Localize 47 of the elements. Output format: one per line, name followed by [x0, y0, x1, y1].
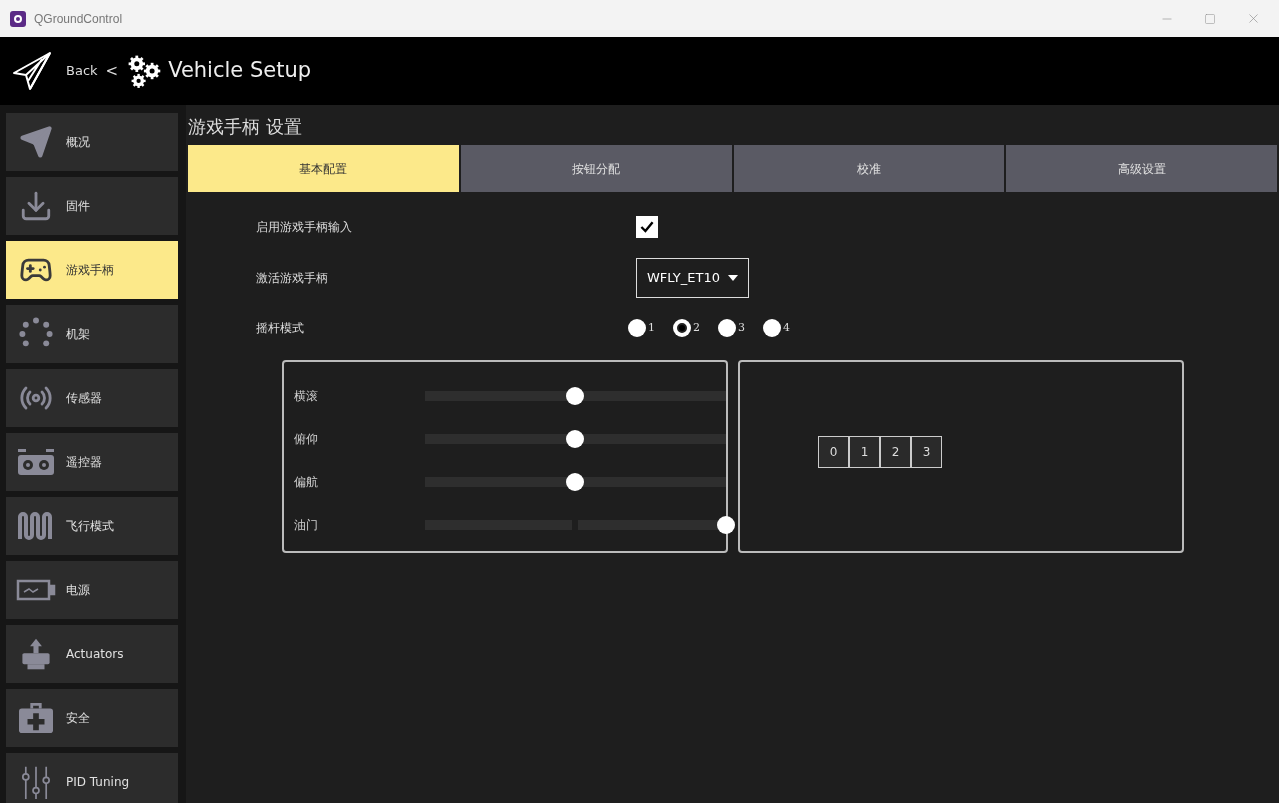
joystick-dropdown[interactable]: WFLY_ET10 — [636, 258, 749, 298]
radio-button[interactable] — [718, 319, 736, 337]
button-indicator: 1 — [849, 436, 880, 468]
page-title: Vehicle Setup — [168, 57, 312, 85]
sidebar-item[interactable]: 电源 — [6, 561, 178, 619]
checkbox[interactable] — [636, 216, 658, 238]
axis-label: 横滚 — [294, 387, 319, 405]
sidebar-item[interactable]: 安全 — [6, 689, 178, 747]
sidebar-item[interactable]: 传感器 — [6, 369, 178, 427]
radio-label: 4 — [783, 319, 790, 336]
radio-button[interactable] — [628, 319, 646, 337]
app-logo-icon — [10, 10, 26, 27]
radio-button[interactable] — [673, 319, 691, 337]
check-icon — [639, 219, 655, 235]
radio-label: 1 — [648, 319, 655, 336]
tab[interactable]: 按钮分配 — [460, 145, 732, 192]
radio-button[interactable] — [763, 319, 781, 337]
sidebar-item[interactable]: 机架 — [6, 305, 178, 363]
axis-label: 油门 — [294, 516, 319, 534]
sidebar-item[interactable]: 飞行模式 — [6, 497, 178, 555]
back-link[interactable]: Back — [66, 61, 98, 81]
button-indicator: 2 — [880, 436, 911, 468]
tab[interactable]: 基本配置 — [188, 145, 459, 192]
setting-label: 摇杆模式 — [256, 320, 305, 337]
radio-label: 2 — [693, 319, 700, 336]
button-indicator: 3 — [911, 436, 942, 468]
first-aid-kit-icon — [16, 701, 56, 735]
button-indicator: 0 — [818, 436, 849, 468]
sidebar-item[interactable]: 游戏手柄 — [6, 241, 178, 299]
window-title: QGroundControl — [34, 10, 123, 28]
tab[interactable]: 高级设置 — [1006, 145, 1277, 192]
sidebar-item[interactable]: 固件 — [6, 177, 178, 235]
section-title: 游戏手柄 设置 — [188, 115, 303, 139]
tab[interactable]: 校准 — [733, 145, 1005, 192]
breadcrumb-separator: < — [105, 60, 119, 82]
radio-label: 3 — [738, 319, 745, 336]
caret-icon — [728, 275, 738, 281]
gears-icon — [126, 53, 163, 89]
paper-plane-icon[interactable] — [12, 51, 52, 91]
setting-label: 启用游戏手柄输入 — [256, 219, 353, 236]
sidebar-item[interactable]: 概况 — [6, 113, 178, 171]
sidebar-item[interactable]: 遥控器 — [6, 433, 178, 491]
axis-label: 俯仰 — [294, 430, 319, 448]
sidebar-item[interactable]: PID Tuning — [6, 753, 178, 803]
sidebar-item[interactable]: Actuators — [6, 625, 178, 683]
setting-label: 激活游戏手柄 — [256, 270, 329, 287]
axis-label: 偏航 — [294, 473, 319, 491]
